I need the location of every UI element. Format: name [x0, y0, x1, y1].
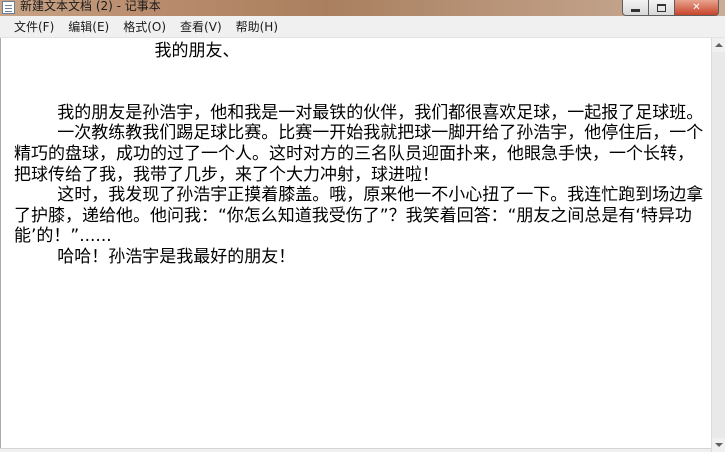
arrow-up-icon — [714, 43, 723, 47]
notepad-icon[interactable] — [2, 1, 15, 14]
scroll-down-button[interactable] — [712, 438, 725, 452]
menu-file[interactable]: 文件(F) — [0, 18, 61, 35]
menu-bar: 文件(F) 编辑(E) 格式(O) 查看(V) 帮助(H) — [0, 16, 725, 38]
menu-help[interactable]: 帮助(H) — [229, 18, 285, 35]
menu-edit[interactable]: 编辑(E) — [61, 18, 116, 35]
close-button[interactable]: ✕ — [675, 0, 719, 16]
arrow-down-icon — [714, 443, 723, 447]
caption-buttons: ✕ — [622, 0, 719, 16]
menu-view[interactable]: 查看(V) — [173, 18, 229, 35]
window-title: 新建文本文档 (2) - 记事本 — [20, 0, 161, 13]
minimize-icon — [631, 9, 640, 12]
title-bar[interactable]: 新建文本文档 (2) - 记事本 ✕ — [0, 0, 725, 16]
vertical-scrollbar[interactable] — [711, 38, 725, 452]
maximize-icon — [657, 3, 666, 12]
minimize-button[interactable] — [622, 0, 649, 16]
text-editor[interactable]: 我的朋友、 我的朋友是孙浩宇，他和我是一对最铁的伙伴，我们都很喜欢足球，一起报了… — [0, 38, 711, 452]
maximize-button[interactable] — [649, 0, 675, 16]
notepad-window: 新建文本文档 (2) - 记事本 ✕ 文件(F) 编辑(E) 格式(O) 查看(… — [0, 0, 725, 452]
close-icon: ✕ — [692, 2, 701, 13]
scroll-up-button[interactable] — [712, 38, 725, 52]
menu-format[interactable]: 格式(O) — [116, 18, 173, 35]
horizontal-scrollbar-edge — [0, 448, 711, 452]
document-text[interactable]: 我的朋友、 我的朋友是孙浩宇，他和我是一对最铁的伙伴，我们都很喜欢足球，一起报了… — [14, 41, 710, 268]
